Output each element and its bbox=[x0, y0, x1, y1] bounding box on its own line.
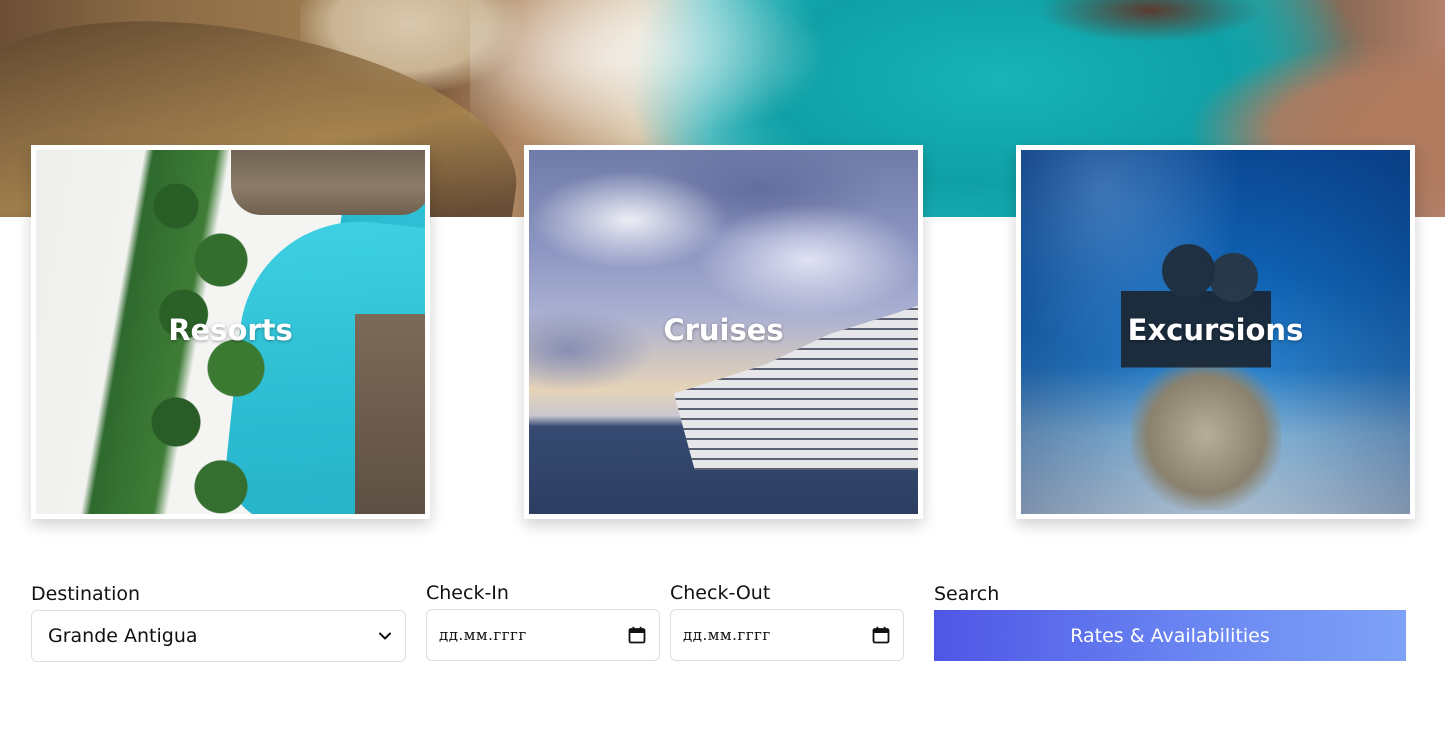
resorts-photo: Resorts bbox=[36, 150, 425, 514]
category-card-cruises[interactable]: Cruises bbox=[524, 145, 923, 519]
check-in-label: Check-In bbox=[426, 582, 509, 604]
hero-sea-foam bbox=[470, 0, 830, 150]
check-out-date-input[interactable]: дд.мм.гггг bbox=[670, 609, 904, 661]
excursions-photo: Excursions bbox=[1021, 150, 1410, 514]
chevron-down-icon bbox=[377, 628, 393, 644]
search-label: Search bbox=[934, 583, 1000, 605]
destination-selected-value: Grande Antigua bbox=[48, 625, 198, 647]
check-in-date-input[interactable]: дд.мм.гггг bbox=[426, 609, 660, 661]
destination-select[interactable]: Grande Antigua bbox=[31, 610, 406, 662]
category-label-resorts: Resorts bbox=[168, 313, 293, 347]
check-out-label: Check-Out bbox=[670, 582, 771, 604]
calendar-icon[interactable] bbox=[627, 625, 647, 645]
rates-availabilities-button[interactable]: Rates & Availabilities bbox=[934, 610, 1406, 661]
check-out-placeholder: дд.мм.гггг bbox=[683, 626, 771, 644]
category-card-excursions[interactable]: Excursions bbox=[1016, 145, 1415, 519]
check-in-placeholder: дд.мм.гггг bbox=[439, 626, 527, 644]
calendar-icon[interactable] bbox=[871, 625, 891, 645]
category-label-excursions: Excursions bbox=[1127, 313, 1304, 347]
resort-deck bbox=[355, 314, 425, 514]
category-label-cruises: Cruises bbox=[663, 313, 784, 347]
cruises-photo: Cruises bbox=[529, 150, 918, 514]
category-card-resorts[interactable]: Resorts bbox=[31, 145, 430, 519]
destination-label: Destination bbox=[31, 583, 141, 605]
